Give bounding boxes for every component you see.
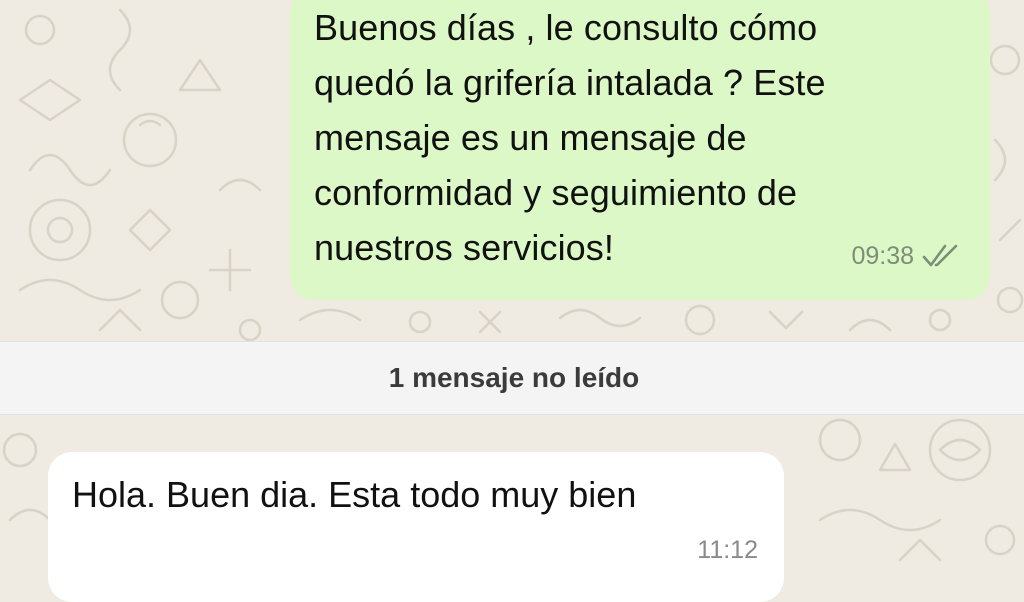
incoming-message-bubble[interactable]: Hola. Buen dia. Esta todo muy bien 11:12: [48, 452, 784, 602]
double-check-icon: [922, 242, 960, 270]
message-time: 11:12: [697, 536, 758, 564]
message-line: conformidad y seguimiento de: [314, 172, 798, 213]
incoming-message-text: Hola. Buen dia. Esta todo muy bien: [72, 474, 637, 515]
outgoing-message-bubble[interactable]: Buenos días , le consulto cómo quedó la …: [290, 0, 990, 300]
unread-count-label: 1 mensaje no leído: [388, 362, 640, 393]
message-time: 09:38: [851, 242, 914, 270]
message-line: mensaje es un mensaje de: [314, 117, 747, 158]
message-line: quedó la grifería intalada ? Este: [314, 62, 826, 103]
outgoing-message-text: Buenos días , le consulto cómo quedó la …: [314, 0, 964, 275]
message-line: Buenos días , le consulto cómo: [314, 7, 818, 48]
outgoing-message-meta: 09:38: [851, 240, 960, 272]
unread-messages-divider: 1 mensaje no leído: [0, 341, 1024, 415]
